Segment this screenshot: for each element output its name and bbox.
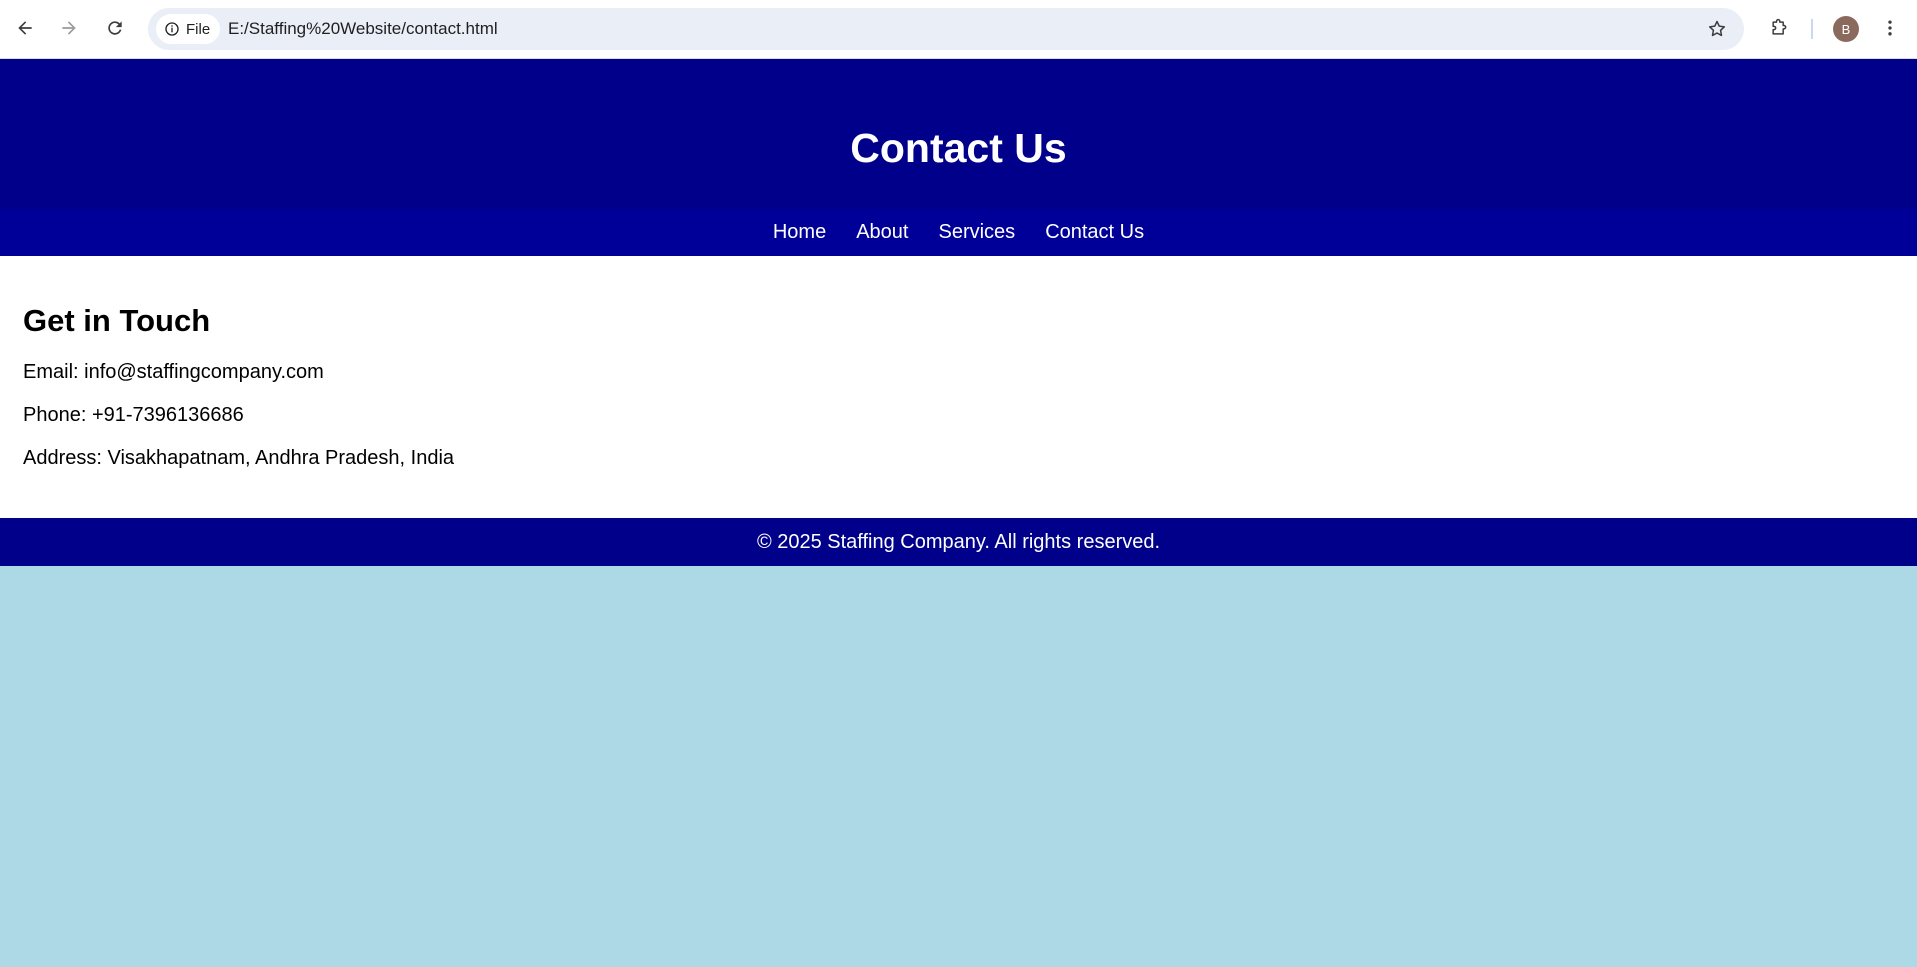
contact-section: Get in Touch Email: info@staffingcompany… [0, 256, 1917, 518]
copyright-text: © 2025 Staffing Company. All rights rese… [756, 530, 1161, 553]
nav-link-contact[interactable]: Contact Us [1045, 221, 1144, 244]
web-page: Contact Us Home About Services Contact U… [0, 59, 1917, 566]
contact-email: Email: info@staffingcompany.com [23, 361, 324, 383]
url-text[interactable]: E:/Staffing%20Website/contact.html [228, 19, 498, 39]
toolbar-divider [1811, 19, 1813, 39]
site-navigation: Home About Services Contact Us [0, 209, 1917, 256]
contact-phone: Phone: +91-7396136686 [23, 404, 244, 426]
info-icon [165, 22, 179, 36]
section-heading: Get in Touch [23, 303, 211, 338]
bookmark-button[interactable] [1706, 18, 1728, 40]
back-button[interactable] [8, 11, 42, 45]
puzzle-icon [1772, 18, 1787, 35]
arrow-right-icon [62, 21, 76, 35]
profile-avatar[interactable]: B [1833, 16, 1859, 42]
extensions-button[interactable] [1762, 11, 1796, 45]
kebab-menu-icon [1888, 20, 1892, 36]
page-title: Contact Us [850, 124, 1067, 171]
contact-address: Address: Visakhapatnam, Andhra Pradesh, … [23, 447, 455, 469]
site-chip-label: File [186, 20, 211, 38]
arrow-left-icon [18, 21, 32, 35]
browser-menu-button[interactable] [1873, 11, 1907, 45]
nav-link-services[interactable]: Services [938, 221, 1015, 244]
nav-link-about[interactable]: About [856, 221, 908, 244]
browser-toolbar: File E:/Staffing%20Website/contact.html … [0, 0, 1917, 59]
forward-button[interactable] [52, 11, 86, 45]
reload-button[interactable] [98, 11, 132, 45]
site-info-chip[interactable]: File [156, 14, 221, 44]
page-footer: © 2025 Staffing Company. All rights rese… [0, 518, 1917, 566]
page-header: Contact Us [0, 59, 1917, 209]
address-bar[interactable]: File E:/Staffing%20Website/contact.html [148, 8, 1744, 50]
star-icon [1708, 20, 1726, 37]
reload-icon [108, 21, 122, 35]
nav-link-home[interactable]: Home [773, 221, 826, 244]
